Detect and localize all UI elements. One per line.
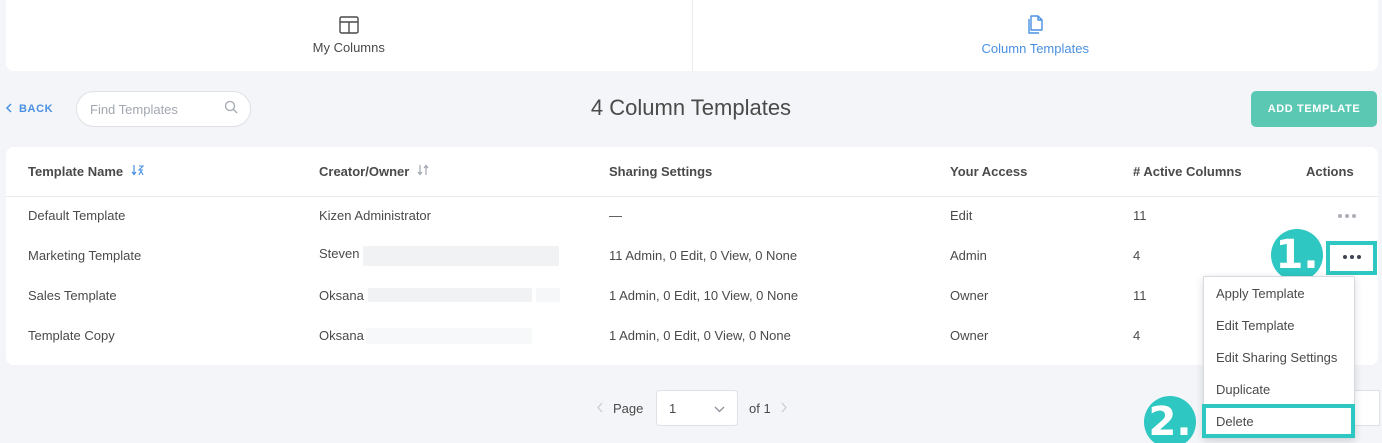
creator-owner: Kizen Administrator: [319, 208, 431, 223]
tab-label: My Columns: [312, 40, 385, 55]
column-header-creator-owner[interactable]: Creator/Owner: [319, 164, 431, 179]
your-access: Edit: [950, 208, 973, 223]
more-actions-icon[interactable]: [1334, 211, 1360, 221]
creator-owner: Oksana: [319, 328, 364, 343]
sort-icon[interactable]: [417, 164, 431, 179]
add-template-button[interactable]: ADD TEMPLATE: [1251, 91, 1377, 127]
table-row: Sales Template Oksana 1 Admin, 0 Edit, 1…: [6, 276, 1378, 316]
tab-my-columns[interactable]: My Columns: [6, 0, 692, 71]
menu-item-duplicate[interactable]: Duplicate: [1204, 373, 1354, 405]
creator-owner: Steven: [319, 246, 360, 261]
step2-highlight: [1202, 404, 1355, 438]
step-badge: 1.: [1271, 229, 1323, 281]
redacted-owner-name: [368, 288, 532, 302]
template-name[interactable]: Template Copy: [28, 328, 115, 343]
redacted-owner-name: [366, 328, 532, 344]
pagination-total: of 1: [749, 390, 788, 426]
template-name[interactable]: Sales Template: [28, 288, 117, 303]
chevron-left-icon: [5, 102, 12, 116]
column-header-active-columns: # Active Columns: [1133, 164, 1242, 179]
active-columns: 11: [1133, 288, 1147, 303]
your-access: Owner: [950, 288, 989, 303]
search-icon[interactable]: [224, 100, 238, 119]
sharing-settings: 11 Admin, 0 Edit, 0 View, 0 None: [609, 248, 798, 263]
sharing-settings: —: [609, 208, 622, 223]
view-tabs: My Columns Column Templates: [6, 0, 1378, 71]
active-columns: 11: [1133, 208, 1147, 223]
page-label: Page: [613, 400, 644, 416]
column-header-label: Template Name: [28, 164, 124, 179]
back-button[interactable]: BACK: [5, 101, 53, 117]
sharing-settings: 1 Admin, 0 Edit, 0 View, 0 None: [609, 328, 791, 343]
menu-item-apply-template[interactable]: Apply Template: [1204, 277, 1354, 309]
sharing-settings: 1 Admin, 0 Edit, 10 View, 0 None: [609, 288, 799, 303]
chevron-left-icon[interactable]: [596, 401, 603, 416]
search-input[interactable]: [90, 101, 224, 117]
redacted-owner-name: [363, 246, 559, 266]
menu-item-edit-template[interactable]: Edit Template: [1204, 309, 1354, 341]
column-header-template-name[interactable]: Template Name: [28, 164, 145, 179]
page-select[interactable]: 1: [656, 390, 738, 426]
table-row: Marketing Template Steven 11 Admin, 0 Ed…: [6, 236, 1378, 276]
table-header: Template Name Creator/Owner Sharing Sett…: [6, 147, 1378, 197]
templates-icon: [1026, 15, 1044, 35]
back-label: BACK: [19, 103, 54, 115]
table-row: Default Template Kizen Administrator — E…: [6, 196, 1378, 236]
table-row: Template Copy Oksana 1 Admin, 0 Edit, 0 …: [6, 316, 1378, 356]
redacted-owner-name: [536, 288, 560, 302]
column-header-actions: Actions: [1306, 164, 1354, 179]
step-number: 2.: [1148, 399, 1192, 443]
menu-item-edit-sharing-settings[interactable]: Edit Sharing Settings: [1204, 341, 1354, 373]
more-actions-icon[interactable]: [1330, 251, 1373, 263]
column-header-your-access: Your Access: [950, 164, 1028, 179]
step-number: 1.: [1275, 232, 1319, 278]
templates-table: Template Name Creator/Owner Sharing Sett…: [6, 147, 1378, 365]
tab-column-templates[interactable]: Column Templates: [691, 0, 1379, 71]
pagination: Page: [596, 390, 643, 426]
chevron-right-icon[interactable]: [781, 401, 788, 416]
current-page: 1: [669, 400, 677, 416]
step-badge: 2.: [1144, 396, 1196, 443]
search-box: [76, 91, 251, 127]
page-count: of 1: [749, 400, 771, 416]
column-header-sharing-settings: Sharing Settings: [609, 164, 713, 179]
sort-icon[interactable]: [131, 164, 145, 179]
columns-icon: [339, 16, 359, 34]
column-header-label: Creator/Owner: [319, 164, 410, 179]
tab-label: Column Templates: [981, 41, 1089, 56]
active-columns: 4: [1133, 328, 1141, 343]
your-access: Owner: [950, 328, 989, 343]
chevron-down-icon: [714, 401, 725, 416]
template-name[interactable]: Marketing Template: [28, 248, 141, 263]
active-columns: 4: [1133, 248, 1141, 263]
template-name[interactable]: Default Template: [28, 208, 125, 223]
creator-owner: Oksana: [319, 288, 364, 303]
your-access: Admin: [950, 248, 987, 263]
